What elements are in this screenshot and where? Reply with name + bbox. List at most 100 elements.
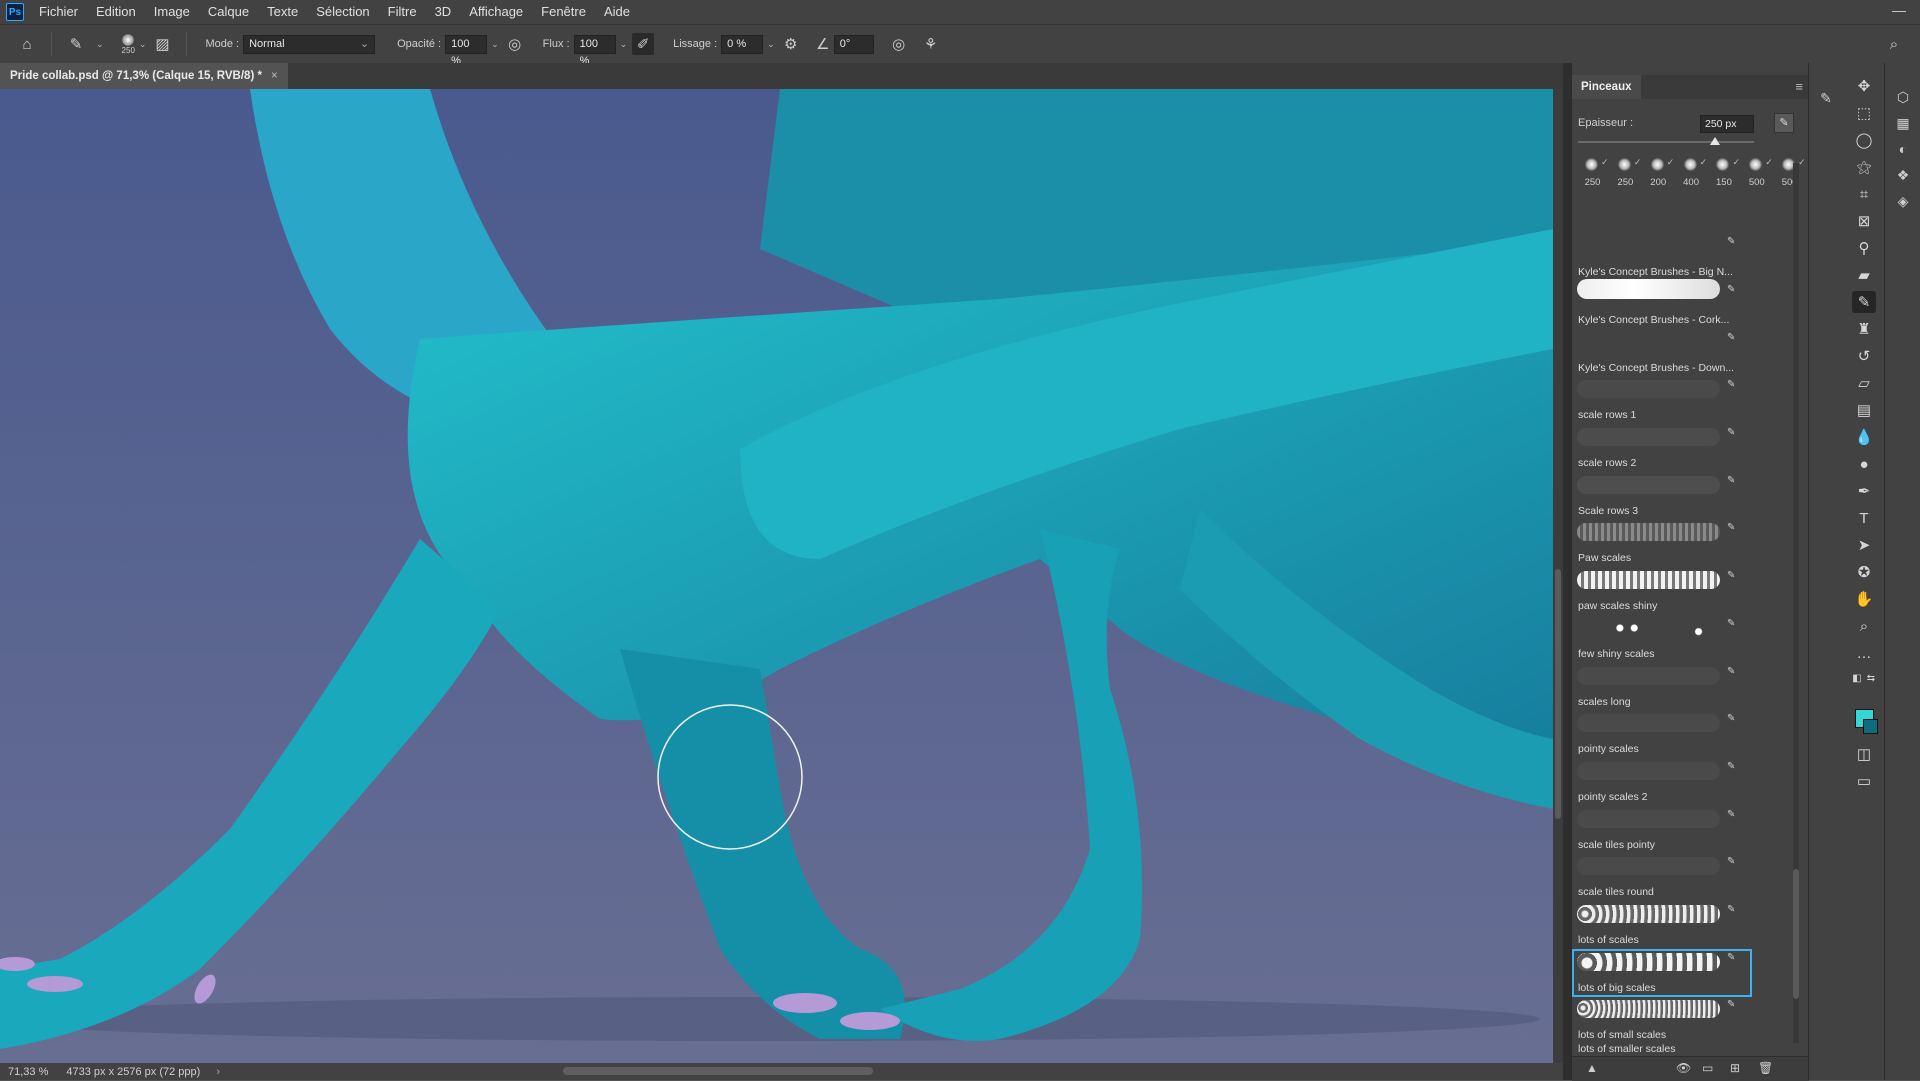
chevron-down-icon[interactable]: ⌄ (139, 39, 147, 50)
brush-preset[interactable]: ✎ scale rows 1 (1572, 376, 1752, 424)
airbrush-icon[interactable]: ✐ (632, 33, 655, 55)
panel-tab-brushes[interactable]: Pinceaux (1572, 75, 1641, 99)
default-colors-icon[interactable]: ◧ (1852, 667, 1862, 689)
angle-field[interactable]: 0° (833, 34, 874, 54)
edit-icon[interactable]: ✎ (1727, 999, 1735, 1010)
brush-preset[interactable]: ✎ pointy scales 2 (1572, 758, 1752, 806)
brush-preset[interactable]: ✎ few shiny scales (1572, 615, 1752, 663)
screen-mode-icon[interactable]: ▭ (1852, 770, 1876, 792)
brush-preset-selected[interactable]: ✎ lots of big scales (1572, 949, 1752, 997)
zoom-level[interactable]: 71,33 % (0, 1066, 58, 1078)
pen-icon[interactable]: ✒ (1852, 480, 1876, 502)
menu-selection[interactable]: Sélection (307, 0, 378, 24)
new-brush-icon[interactable]: ✎ (1774, 113, 1794, 133)
edit-icon[interactable]: ✎ (1727, 427, 1735, 438)
smoothing-field[interactable]: 0 % (721, 34, 764, 54)
crop-icon[interactable]: ⌗ (1852, 183, 1876, 205)
hand-icon[interactable]: ✋ (1852, 588, 1876, 610)
menu-edition[interactable]: Edition (87, 0, 145, 24)
search-icon[interactable]: ⌕ (1883, 33, 1905, 55)
layers-icon[interactable]: ◈ (1893, 191, 1913, 211)
edit-icon[interactable]: ✎ (1727, 379, 1735, 390)
edit-icon[interactable]: ✎ (1727, 618, 1735, 629)
scroll-thumb[interactable] (1793, 869, 1799, 999)
preview-size-slider-icon[interactable]: ▲ (1586, 1061, 1598, 1075)
close-icon[interactable]: × (271, 70, 278, 82)
canvas[interactable] (0, 89, 1553, 1063)
brush-preset[interactable]: ✎ lots of scales (1572, 901, 1752, 949)
brush-icon[interactable]: ✎ (1852, 291, 1876, 313)
recent-brush[interactable]: ✓ 500 (1773, 155, 1806, 191)
menu-fenetre[interactable]: Fenêtre (532, 0, 595, 24)
swap-colors-icon[interactable]: ⇆ (1866, 667, 1876, 689)
size-field[interactable]: 250 px (1700, 115, 1754, 133)
background-color-swatch[interactable] (1863, 719, 1878, 734)
brush-preset-icon[interactable]: ✎ (65, 33, 87, 55)
quick-mask-icon[interactable]: ◫ (1852, 743, 1876, 765)
trash-icon[interactable]: 🗑 (1758, 1061, 1773, 1075)
brush-preset[interactable]: ✎ lots of small scales (1572, 996, 1752, 1044)
3d-icon[interactable]: ⬡ (1893, 87, 1913, 107)
history-brush-icon[interactable]: ↺ (1852, 345, 1876, 367)
chevron-down-icon[interactable]: ⌄ (491, 39, 499, 50)
mode-select[interactable]: Normal ⌄ (243, 34, 376, 54)
eyedropper-icon[interactable]: ⚲ (1852, 237, 1876, 259)
size-slider-knob[interactable] (1710, 137, 1721, 145)
edit-icon[interactable]: ✎ (1727, 904, 1735, 915)
toggle-preview-icon[interactable]: 👁 (1676, 1061, 1691, 1075)
healing-brush-icon[interactable]: ▰ (1852, 264, 1876, 286)
brush-preset[interactable]: ✎ Paw scales (1572, 519, 1752, 567)
flow-field[interactable]: 100 % (573, 34, 616, 67)
brush-preset[interactable]: ✎ Kyle's Concept Brushes - Cork... (1572, 279, 1752, 329)
opacity-field[interactable]: 100 % (445, 34, 488, 67)
edit-icon[interactable]: ✎ (1727, 713, 1735, 724)
canvas-vertical-scrollbar[interactable] (1553, 89, 1563, 1063)
recent-brush[interactable]: ✓ 400 (1675, 155, 1708, 191)
brush-preset[interactable]: lots of smaller scales (1572, 1043, 1752, 1053)
recent-brush[interactable]: ✓ 500 (1740, 155, 1773, 191)
eraser-icon[interactable]: ▱ (1852, 372, 1876, 394)
panel-menu-icon[interactable]: ≡ (1795, 79, 1803, 94)
brush-preset[interactable]: ✎ Kyle's Concept Brushes - Big N... (1572, 233, 1752, 281)
menu-aide[interactable]: Aide (595, 0, 639, 24)
more-tools-icon[interactable]: … (1852, 642, 1876, 664)
edit-icon[interactable]: ✎ (1727, 475, 1735, 486)
brush-size-picker[interactable]: 250 (122, 33, 135, 55)
edit-icon[interactable]: ✎ (1727, 332, 1735, 343)
magic-wand-icon[interactable]: ⚝ (1852, 156, 1876, 178)
zoom-icon[interactable]: ⌕ (1852, 615, 1876, 637)
recent-brush[interactable]: ✓ 150 (1707, 155, 1740, 191)
canvas-horizontal-scrollbar[interactable] (563, 1067, 873, 1075)
clone-stamp-icon[interactable]: ♜ (1852, 318, 1876, 340)
edit-icon[interactable]: ✎ (1727, 761, 1735, 772)
shape-icon[interactable]: ✪ (1852, 561, 1876, 583)
recent-brush[interactable]: ✓ 250 (1576, 155, 1609, 191)
brush-settings-toggle-icon[interactable]: ▨ (151, 33, 173, 55)
recent-brush[interactable]: ✓ 250 (1609, 155, 1642, 191)
path-selection-icon[interactable]: ➤ (1852, 534, 1876, 556)
edit-icon[interactable]: ✎ (1727, 236, 1735, 247)
edit-icon[interactable]: ✎ (1727, 522, 1735, 533)
adjustments-icon[interactable]: ◐ (1893, 139, 1913, 159)
frame-icon[interactable]: ⊠ (1852, 210, 1876, 232)
menu-texte[interactable]: Texte (258, 0, 307, 24)
brush-preset[interactable]: ✎ pointy scales (1572, 710, 1752, 758)
chevron-down-icon[interactable]: ⌄ (767, 39, 775, 50)
brush-preset[interactable]: ✎ paw scales shiny (1572, 567, 1752, 615)
menu-image[interactable]: Image (145, 0, 199, 24)
type-icon[interactable]: T (1852, 507, 1876, 529)
edit-icon[interactable]: ✎ (1727, 952, 1735, 963)
edit-icon[interactable]: ✎ (1727, 856, 1735, 867)
gear-icon[interactable]: ⚙ (780, 33, 802, 55)
panel-scrollbar[interactable] (1793, 163, 1799, 1043)
brush-preset[interactable]: ✎ scale tiles pointy (1572, 806, 1752, 854)
scroll-thumb[interactable] (1555, 569, 1561, 819)
edit-icon[interactable]: ✎ (1727, 570, 1735, 581)
brush-preset[interactable]: ✎ scale rows 2 (1572, 424, 1752, 472)
edit-icon[interactable]: ✎ (1727, 284, 1735, 295)
brush-preset[interactable]: ✎ Scale rows 3 (1572, 472, 1752, 520)
chevron-down-icon[interactable]: ⌄ (96, 39, 104, 50)
brush-preset[interactable]: ✎ scales long (1572, 663, 1752, 711)
home-icon[interactable]: ⌂ (16, 33, 38, 55)
marquee-icon[interactable]: ⬚ (1852, 102, 1876, 124)
